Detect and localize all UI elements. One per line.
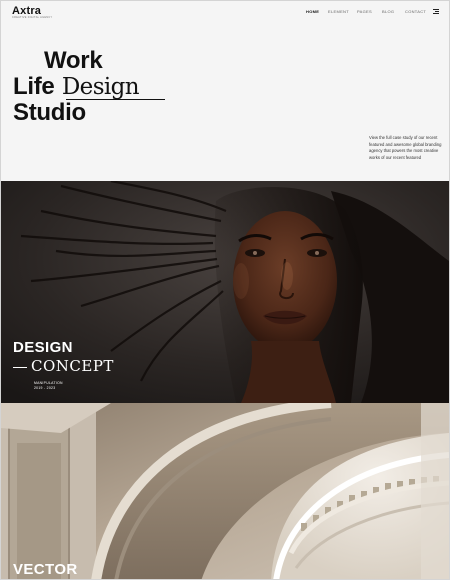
project-card-vector[interactable]: VECTOR [1, 403, 449, 579]
project-title: VECTOR [13, 561, 78, 578]
hamburger-icon[interactable] [433, 9, 439, 14]
project-meta: MANIPULATION 2019 - 2023 [34, 381, 63, 391]
hero-blurb: View the full case study of our recent f… [369, 135, 442, 160]
hero-line-studio: Studio [13, 99, 86, 126]
project-subtitle-text: CONCEPT [31, 357, 114, 375]
nav-item-element[interactable]: ELEMENT [328, 9, 349, 14]
dash-line [13, 366, 27, 368]
hero-line-life-design: Life Design [13, 73, 165, 100]
hero-word-design: Design [61, 74, 140, 100]
project-title: DESIGN [13, 339, 73, 356]
nav-item-home[interactable]: HOME [306, 9, 319, 14]
nav-item-pages[interactable]: PAGES [357, 9, 372, 14]
project-subtitle: CONCEPT [13, 357, 114, 375]
header: Axtra CREATIVE DIGITAL AGENCY HOME ELEME… [1, 1, 449, 23]
architecture-photo [1, 403, 449, 579]
nav-item-blog[interactable]: BLOG [382, 9, 394, 14]
project-card-design-concept[interactable]: DESIGN CONCEPT MANIPULATION 2019 - 2023 [1, 181, 449, 403]
nav-item-contact[interactable]: CONTACT [405, 9, 426, 14]
hero-line-work: Work [44, 47, 103, 74]
page-frame: Axtra CREATIVE DIGITAL AGENCY HOME ELEME… [0, 0, 450, 580]
hero-word-life: Life [13, 73, 55, 100]
logo[interactable]: Axtra CREATIVE DIGITAL AGENCY [12, 5, 52, 19]
project-years: 2019 - 2023 [34, 386, 56, 390]
logo-tagline: CREATIVE DIGITAL AGENCY [12, 16, 53, 19]
